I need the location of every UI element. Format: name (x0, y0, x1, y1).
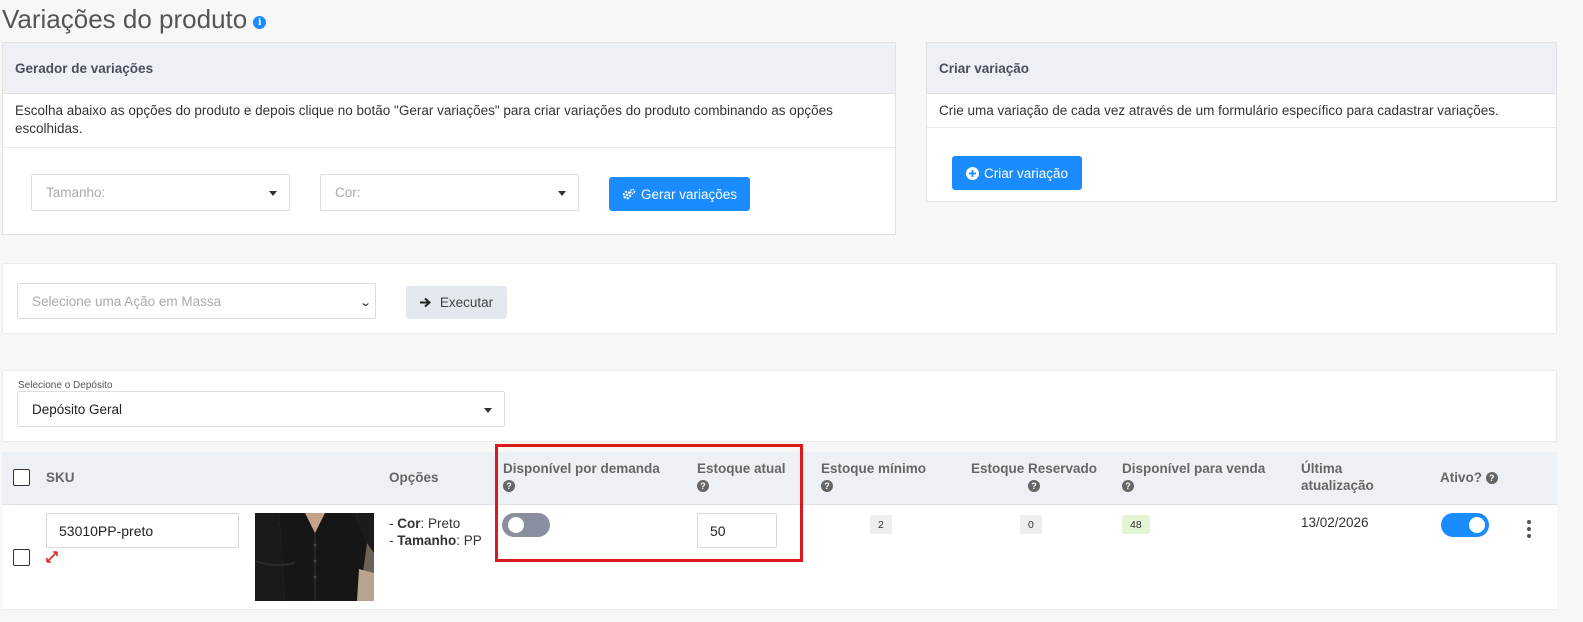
option-color: - Cor: Preto (389, 516, 461, 531)
last-update-header-line2: atualização (1301, 478, 1374, 493)
active-toggle[interactable] (1441, 513, 1489, 537)
help-icon[interactable]: ? (821, 480, 833, 493)
column-header-reserved-stock: Estoque Reservado ? (971, 460, 1097, 494)
generate-variations-label: Gerar variações (640, 186, 738, 202)
option-size: - Tamanho: PP (389, 533, 482, 548)
chevron-down-icon: ⌄ (358, 297, 372, 309)
toggle-knob (1469, 517, 1485, 533)
generator-description: Escolha abaixo as opções do produto e de… (3, 94, 895, 148)
chevron-down-icon (558, 191, 566, 196)
column-header-available: Disponível para venda ? (1122, 460, 1265, 494)
execute-label: Executar (439, 295, 494, 310)
available-stock-badge: 48 (1122, 515, 1150, 534)
bulk-action-select[interactable]: Selecione uma Ação em Massa ⌄ (17, 283, 376, 319)
color-select[interactable]: Cor: (320, 174, 579, 211)
bulk-action-placeholder: Selecione uma Ação em Massa (32, 293, 222, 309)
help-icon[interactable]: ? (1028, 480, 1041, 493)
last-update-value: 13/02/2026 (1301, 515, 1369, 530)
execute-button[interactable]: Executar (406, 286, 507, 319)
create-description: Crie uma variação de cada vez através de… (927, 94, 1556, 128)
color-select-placeholder: Cor: (335, 185, 361, 200)
min-stock-header-label: Estoque mínimo (821, 461, 927, 476)
create-header: Criar variação (927, 43, 1556, 94)
plus-circle-icon (965, 166, 979, 180)
min-stock-badge: 2 (870, 515, 892, 534)
column-header-min-stock: Estoque mínimo ? (821, 460, 926, 494)
chevron-down-icon (484, 408, 492, 413)
select-all-checkbox[interactable] (13, 469, 30, 486)
chevron-down-icon (269, 191, 277, 196)
warehouse-select[interactable]: Depósito Geral (17, 391, 505, 427)
warehouse-label: Selecione o Depósito (18, 380, 113, 391)
column-header-sku[interactable]: SKU (46, 469, 75, 486)
page-title: Variações do produto i (2, 4, 267, 35)
drag-resize-icon[interactable] (45, 550, 59, 564)
column-header-active: Ativo? ? (1440, 469, 1498, 486)
help-icon[interactable]: ? (1122, 480, 1134, 493)
reserved-stock-header-label: Estoque Reservado (971, 461, 1098, 476)
help-icon[interactable]: ? (1485, 472, 1498, 485)
more-options-icon[interactable] (1526, 519, 1532, 539)
active-header-label: Ativo? (1440, 470, 1482, 485)
generate-variations-button[interactable]: Gerar variações (609, 177, 750, 211)
last-update-header-line1: Última (1301, 461, 1343, 476)
sku-input[interactable]: 53010PP-preto (46, 513, 239, 548)
available-header-label: Disponível para venda (1122, 461, 1266, 476)
arrow-right-icon (419, 297, 431, 308)
warehouse-select-value: Depósito Geral (32, 401, 123, 417)
product-thumbnail[interactable] (255, 513, 374, 601)
generator-header: Gerador de variações (3, 43, 895, 94)
variation-options: - Cor: Preto - Tamanho: PP (389, 515, 482, 549)
highlight-box (495, 444, 803, 562)
row-checkbox[interactable] (13, 549, 30, 566)
size-select[interactable]: Tamanho: (31, 174, 290, 211)
column-header-last-update: Última atualização (1301, 460, 1374, 494)
info-icon[interactable]: i (253, 16, 267, 29)
reserved-stock-badge: 0 (1020, 515, 1042, 534)
column-header-options: Opções (389, 470, 439, 485)
create-variation-label: Criar variação (983, 165, 1069, 181)
size-select-placeholder: Tamanho: (46, 185, 106, 200)
gears-icon (622, 188, 636, 199)
page-title-text: Variações do produto (2, 4, 248, 34)
create-variation-button[interactable]: Criar variação (952, 156, 1082, 190)
sku-input-value: 53010PP-preto (59, 522, 154, 539)
